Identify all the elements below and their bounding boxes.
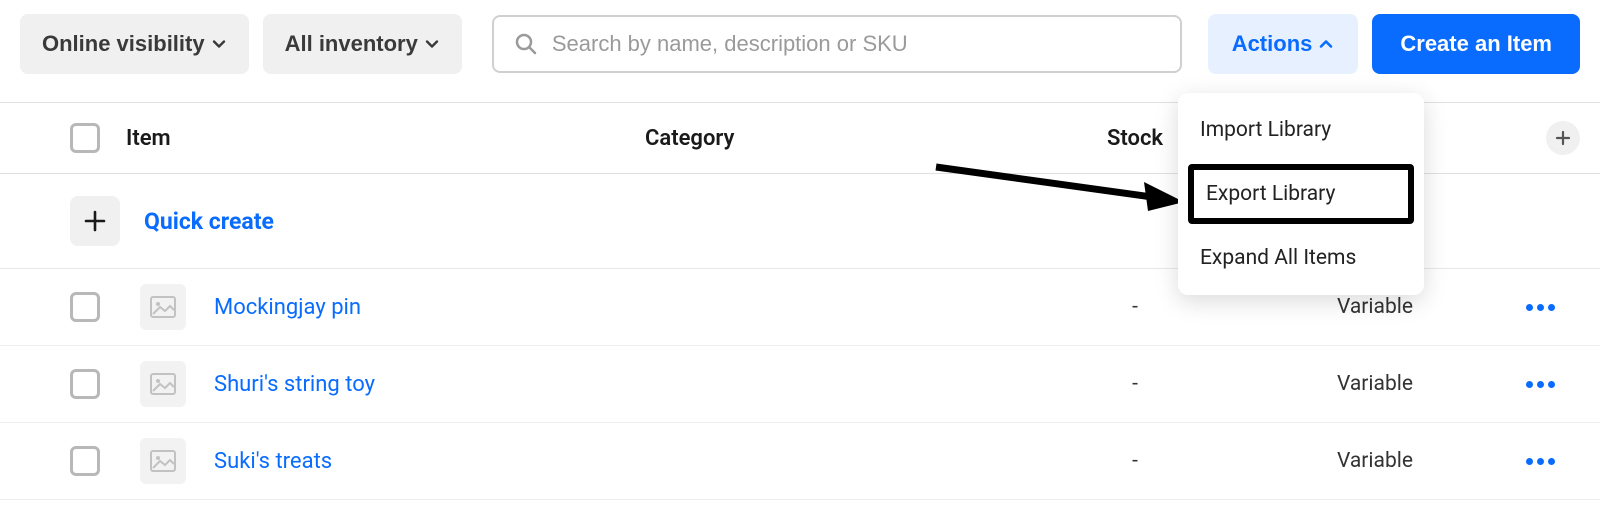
search-container[interactable] <box>492 15 1182 73</box>
price-value: Variable <box>1337 372 1413 396</box>
inventory-filter[interactable]: All inventory <box>263 14 462 74</box>
chevron-down-icon <box>211 36 227 52</box>
chevron-down-icon <box>424 36 440 52</box>
row-checkbox[interactable] <box>70 369 100 399</box>
plus-icon <box>1555 130 1571 146</box>
row-checkbox[interactable] <box>70 292 100 322</box>
create-item-button[interactable]: Create an Item <box>1372 14 1580 74</box>
expand-all-items-menu-item[interactable]: Expand All Items <box>1178 229 1424 287</box>
quick-create-icon-box <box>70 196 120 246</box>
toolbar: Online visibility All inventory Actions … <box>0 0 1600 102</box>
add-column-button[interactable] <box>1546 121 1580 155</box>
stock-value: - <box>1132 295 1138 319</box>
actions-dropdown: Import Library Export Library Expand All… <box>1178 93 1424 295</box>
item-name-link[interactable]: Shuri's string toy <box>214 372 375 397</box>
stock-value: - <box>1132 449 1138 473</box>
item-name-link[interactable]: Suki's treats <box>214 449 332 474</box>
row-more-actions-button[interactable] <box>1500 458 1580 465</box>
search-icon <box>514 32 538 56</box>
column-header-category[interactable]: Category <box>645 126 1020 151</box>
column-header-item[interactable]: Item <box>126 126 645 151</box>
search-input[interactable] <box>552 31 1160 57</box>
image-placeholder-icon <box>150 296 176 318</box>
row-checkbox[interactable] <box>70 446 100 476</box>
import-library-menu-item[interactable]: Import Library <box>1178 101 1424 159</box>
inventory-label: All inventory <box>285 31 418 57</box>
online-visibility-label: Online visibility <box>42 31 205 57</box>
table-row: Shuri's string toy - Variable <box>0 346 1600 423</box>
actions-label: Actions <box>1232 31 1313 57</box>
quick-create-label[interactable]: Quick create <box>144 208 274 235</box>
price-value: Variable <box>1337 295 1413 319</box>
select-all-checkbox[interactable] <box>70 123 100 153</box>
image-placeholder-icon <box>150 373 176 395</box>
plus-icon <box>83 209 107 233</box>
actions-menu-button[interactable]: Actions <box>1208 14 1359 74</box>
item-thumbnail <box>140 438 186 484</box>
row-more-actions-button[interactable] <box>1500 304 1580 311</box>
table-row: Suki's treats - Variable <box>0 423 1600 500</box>
chevron-up-icon <box>1318 36 1334 52</box>
price-value: Variable <box>1337 449 1413 473</box>
item-thumbnail <box>140 361 186 407</box>
stock-value: - <box>1132 372 1138 396</box>
export-library-menu-item[interactable]: Export Library <box>1188 164 1414 224</box>
item-name-link[interactable]: Mockingjay pin <box>214 295 361 320</box>
row-more-actions-button[interactable] <box>1500 381 1580 388</box>
item-thumbnail <box>140 284 186 330</box>
image-placeholder-icon <box>150 450 176 472</box>
online-visibility-filter[interactable]: Online visibility <box>20 14 249 74</box>
